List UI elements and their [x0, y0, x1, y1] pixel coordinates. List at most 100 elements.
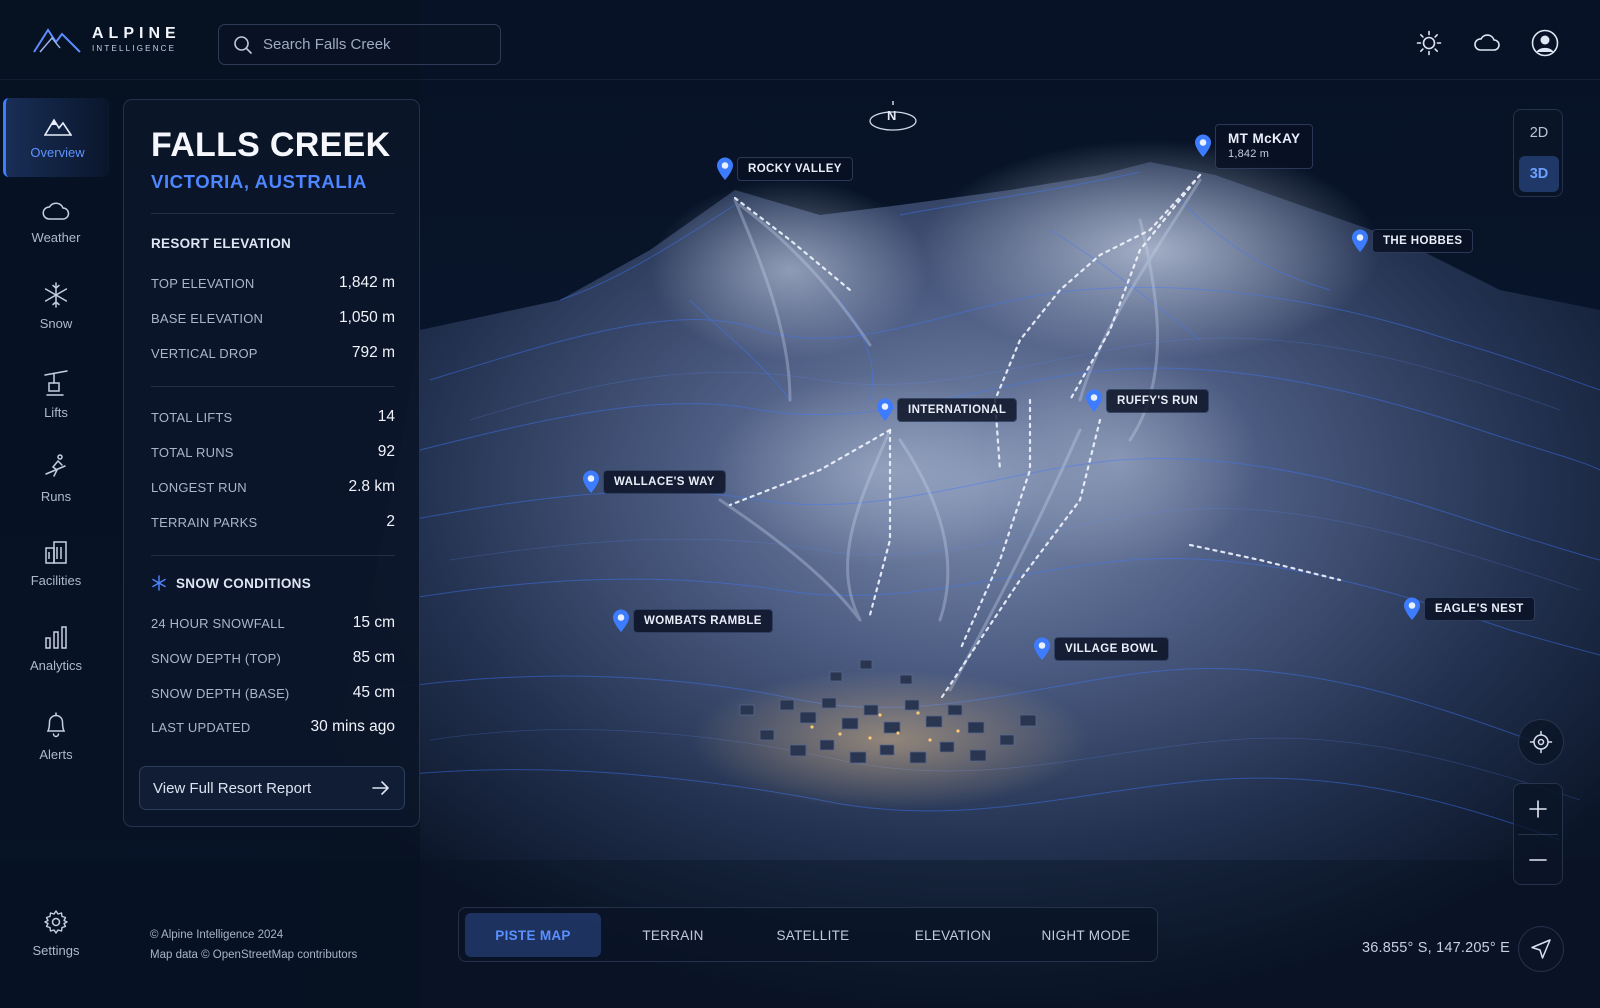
tab-elevation[interactable]: ELEVATION — [885, 913, 1021, 957]
stat-label: LONGEST RUN — [151, 479, 247, 495]
settings-label: Settings — [32, 942, 80, 958]
stat-label: 24 HOUR SNOWFALL — [151, 615, 285, 631]
divider — [151, 213, 395, 214]
snowflake-icon — [44, 282, 68, 308]
stat-label: VERTICAL DROP — [151, 345, 258, 361]
stat-label: BASE ELEVATION — [151, 310, 264, 326]
brand-name: ALPINE — [92, 24, 181, 42]
settings-button[interactable]: Settings — [3, 903, 109, 963]
bar-chart-icon — [45, 626, 67, 649]
map-label-wombats-ramble[interactable]: WOMBATS RAMBLE — [612, 609, 773, 633]
nav-item-lifts[interactable]: Lifts — [3, 355, 109, 434]
compass[interactable]: N — [868, 100, 918, 134]
nav-item-snow[interactable]: Snow — [3, 267, 109, 346]
nav-label: Weather — [31, 230, 81, 245]
building-icon — [45, 541, 67, 564]
map-label-rocky-valley[interactable]: ROCKY VALLEY — [716, 157, 853, 181]
stat-label: TOTAL LIFTS — [151, 409, 233, 425]
peak-elevation: 1,842 m — [1228, 147, 1270, 160]
resort-name: FALLS CREEK — [151, 126, 391, 164]
stat-row: TERRAIN PARKS 2 — [151, 511, 395, 533]
stat-label: SNOW DEPTH (TOP) — [151, 650, 282, 666]
map-label-mt-mckay[interactable]: MT McKAY 1,842 m — [1194, 124, 1314, 169]
nav-label: Analytics — [29, 658, 83, 673]
map-label-wallaces-way[interactable]: WALLACE'S WAY — [582, 470, 726, 494]
search-input[interactable] — [263, 36, 493, 53]
view-3d-button[interactable]: 3D — [1519, 156, 1559, 192]
user-icon[interactable] — [1530, 28, 1560, 58]
tab-piste-map[interactable]: PISTE MAP — [465, 913, 601, 957]
elevation-section-title: RESORT ELEVATION — [151, 236, 292, 251]
stat-row: LAST UPDATED 30 mins ago — [151, 716, 395, 738]
stat-label: LAST UPDATED — [151, 719, 251, 735]
navigate-button[interactable] — [1518, 926, 1564, 972]
stat-value: 2 — [386, 513, 395, 530]
view-2d-button[interactable]: 2D — [1519, 115, 1559, 151]
tab-satellite[interactable]: SATELLITE — [745, 913, 881, 957]
stat-row: 24 HOUR SNOWFALL 15 cm — [151, 612, 395, 634]
crosshair-icon — [1529, 730, 1553, 754]
stat-value: 85 cm — [352, 649, 395, 666]
nav-item-overview[interactable]: Overview — [3, 98, 109, 177]
map-label-the-hobbes[interactable]: THE HOBBES — [1351, 229, 1474, 253]
map-label-text: WALLACE'S WAY — [603, 470, 726, 494]
location-pin-icon — [1034, 637, 1050, 660]
view-full-report-button[interactable]: View Full Resort Report — [139, 766, 405, 810]
tab-terrain[interactable]: TERRAIN — [605, 913, 741, 957]
tab-night-mode[interactable]: NIGHT MODE — [1019, 913, 1153, 957]
stat-label: TOTAL RUNS — [151, 444, 234, 460]
search-box[interactable] — [218, 24, 501, 65]
minus-icon — [1529, 859, 1547, 861]
map-label-eagles-nest[interactable]: EAGLE'S NEST — [1403, 597, 1535, 621]
brand-logo[interactable]: ALPINE INTELLIGENCE — [32, 24, 181, 54]
map-label-text: RUFFY'S RUN — [1106, 389, 1210, 413]
report-button-label: View Full Resort Report — [153, 779, 312, 797]
nav-label: Alerts — [39, 747, 73, 762]
zoom-in-button[interactable] — [1514, 784, 1562, 834]
nav-label: Runs — [40, 489, 72, 504]
snow-section-label: SNOW CONDITIONS — [176, 575, 311, 591]
nav-item-facilities[interactable]: Facilities — [3, 524, 109, 603]
map-label-text: EAGLE'S NEST — [1424, 597, 1535, 621]
nav-item-analytics[interactable]: Analytics — [3, 609, 109, 688]
cloud-icon[interactable] — [1472, 28, 1502, 58]
nav-item-runs[interactable]: Runs — [3, 439, 109, 518]
map-label-text: INTERNATIONAL — [897, 398, 1018, 422]
peak-name: MT McKAY — [1228, 131, 1301, 146]
stat-label: SNOW DEPTH (BASE) — [151, 685, 290, 701]
stat-row: TOP ELEVATION 1,842 m — [151, 272, 395, 294]
map-layer-tabs: PISTE MAP TERRAIN SATELLITE ELEVATION NI… — [458, 907, 1158, 962]
stat-value: 2.8 km — [348, 478, 395, 495]
nav-label: Overview — [30, 145, 85, 160]
resort-info-panel: FALLS CREEK VICTORIA, AUSTRALIA RESORT E… — [123, 99, 420, 827]
map-label-ruffys-run[interactable]: RUFFY'S RUN — [1085, 389, 1210, 413]
sun-icon[interactable] — [1414, 28, 1444, 58]
map-label-international[interactable]: INTERNATIONAL — [876, 398, 1018, 422]
navigation-arrow-icon — [1531, 939, 1551, 959]
chairlift-icon — [44, 370, 68, 396]
recenter-button[interactable] — [1518, 719, 1564, 765]
top-bar: ALPINE INTELLIGENCE — [0, 0, 1600, 80]
resort-region: VICTORIA, AUSTRALIA — [151, 171, 367, 192]
location-pin-icon — [613, 609, 629, 632]
arrow-right-icon — [372, 781, 389, 795]
location-pin-icon — [1086, 389, 1102, 412]
stat-row: TOTAL RUNS 92 — [151, 441, 395, 463]
snow-section-title: SNOW CONDITIONS — [151, 575, 311, 591]
map-label-village-bowl[interactable]: VILLAGE BOWL — [1033, 637, 1169, 661]
divider — [151, 555, 395, 556]
stat-label: TOP ELEVATION — [151, 275, 255, 291]
location-pin-icon — [1404, 597, 1420, 620]
zoom-out-button[interactable] — [1514, 835, 1562, 885]
zoom-controls — [1513, 783, 1563, 885]
stat-value: 15 cm — [352, 614, 395, 631]
compass-north-label: N — [887, 108, 897, 123]
map-label-text: VILLAGE BOWL — [1054, 637, 1169, 661]
nav-item-weather[interactable]: Weather — [3, 183, 109, 262]
bell-icon — [46, 712, 66, 738]
nav-item-alerts[interactable]: Alerts — [3, 697, 109, 776]
stat-value: 1,842 m — [338, 274, 395, 291]
map-label-text: THE HOBBES — [1372, 229, 1474, 253]
copyright-text: © Alpine Intelligence 2024 — [150, 929, 284, 941]
coordinates-readout: 36.855° S, 147.205° E — [1362, 940, 1511, 956]
